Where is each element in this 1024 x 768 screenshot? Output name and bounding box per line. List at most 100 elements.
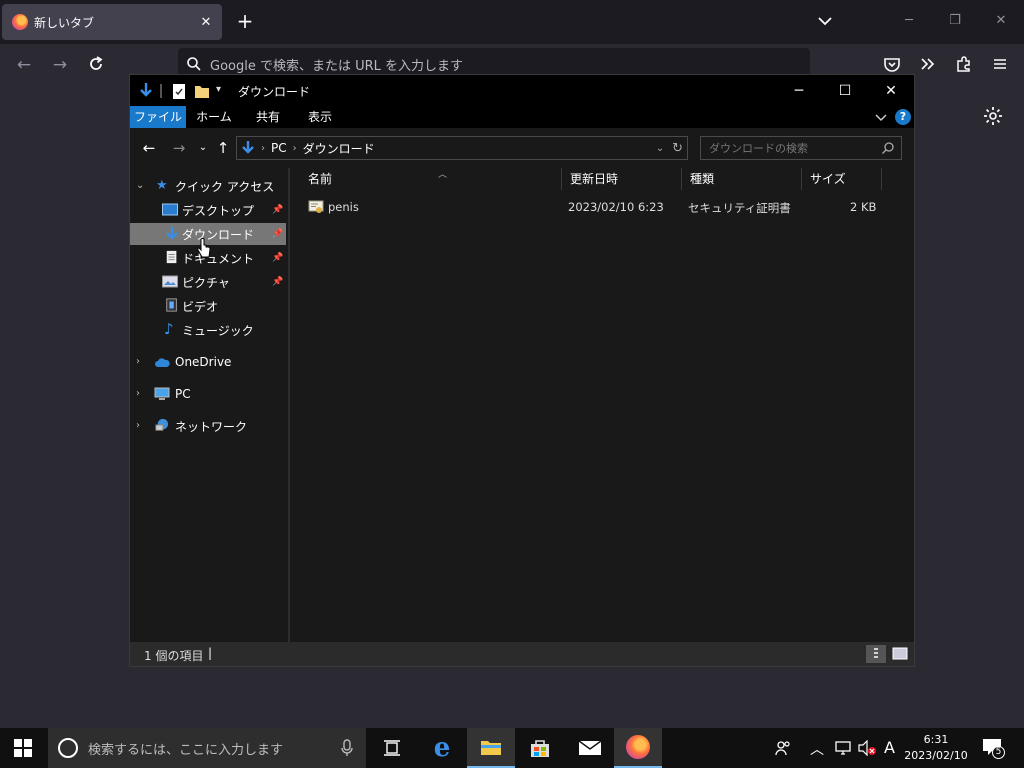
expand-chevron-icon[interactable]: › bbox=[136, 388, 146, 399]
overflow-chevron-icon[interactable] bbox=[918, 54, 938, 74]
nav-label: ミュージック bbox=[182, 323, 254, 338]
nav-item-videos[interactable]: ビデオ bbox=[130, 295, 286, 317]
settings-gear-icon[interactable] bbox=[982, 105, 1004, 127]
nav-item-desktop[interactable]: デスクトップ 📌 bbox=[130, 199, 286, 221]
microphone-icon[interactable] bbox=[340, 739, 354, 757]
nav-label: OneDrive bbox=[175, 355, 232, 369]
task-view-button[interactable] bbox=[368, 728, 416, 768]
desktop-icon bbox=[162, 203, 178, 216]
nav-pc[interactable]: › PC bbox=[130, 383, 286, 405]
back-icon[interactable]: ← bbox=[11, 52, 37, 78]
window-title: ダウンロード bbox=[238, 85, 311, 99]
download-arrow-icon bbox=[166, 227, 178, 240]
file-modified: 2023/02/10 6:23 bbox=[568, 200, 664, 214]
nav-item-music[interactable]: ♪ ミュージック bbox=[130, 319, 286, 341]
column-header-size[interactable]: サイズ bbox=[802, 168, 882, 190]
close-tab-icon[interactable]: ✕ bbox=[196, 15, 216, 30]
tab-share[interactable]: 共有 bbox=[246, 106, 290, 128]
column-header-type[interactable]: 種類 bbox=[682, 168, 802, 190]
nav-quick-access[interactable]: ⌄ ★ クイック アクセス bbox=[130, 175, 286, 197]
reload-icon[interactable] bbox=[86, 54, 106, 74]
details-view-icon[interactable] bbox=[866, 645, 886, 663]
expand-chevron-icon[interactable]: › bbox=[136, 356, 146, 367]
people-icon[interactable] bbox=[774, 739, 792, 757]
firefox-icon bbox=[626, 735, 650, 759]
system-clock[interactable]: 6:31 2023/02/10 bbox=[900, 732, 972, 764]
nav-onedrive[interactable]: › OneDrive bbox=[130, 351, 286, 373]
pin-icon: 📌 bbox=[272, 253, 284, 263]
extensions-icon[interactable] bbox=[954, 54, 974, 74]
volume-muted-icon[interactable] bbox=[858, 740, 876, 756]
file-row[interactable]: penis 2023/02/10 6:23 セキュリティ証明書 2 KB bbox=[290, 196, 890, 218]
windows-start-icon[interactable] bbox=[14, 739, 32, 757]
search-box[interactable]: ダウンロードの検索 bbox=[700, 136, 902, 160]
firefox-taskbar-button[interactable] bbox=[614, 728, 662, 768]
breadcrumb-separator-icon: › bbox=[292, 142, 297, 154]
recent-locations-icon[interactable]: ⌄ bbox=[194, 139, 212, 157]
forward-icon[interactable]: → bbox=[47, 52, 73, 78]
nav-label: ダウンロード bbox=[182, 227, 255, 242]
address-bar[interactable]: › PC › ダウンロード ⌄ ↻ bbox=[236, 136, 688, 160]
pin-icon: 📌 bbox=[272, 229, 284, 239]
store-taskbar-button[interactable] bbox=[516, 728, 564, 768]
computer-icon bbox=[154, 387, 170, 400]
help-icon[interactable]: ? bbox=[895, 109, 911, 125]
menu-icon[interactable] bbox=[990, 54, 1010, 74]
show-hidden-icons-chevron-icon[interactable]: ︿ bbox=[810, 739, 824, 768]
up-icon[interactable]: ↑ bbox=[214, 139, 232, 157]
status-separator: | bbox=[208, 646, 213, 660]
back-icon[interactable]: ← bbox=[140, 139, 158, 157]
breadcrumb-downloads[interactable]: ダウンロード bbox=[303, 140, 375, 157]
nav-label: PC bbox=[175, 387, 191, 401]
expand-ribbon-icon[interactable] bbox=[874, 110, 888, 124]
folder-icon bbox=[481, 741, 501, 755]
document-icon bbox=[166, 250, 177, 264]
downloads-location-icon bbox=[242, 141, 254, 154]
ime-mode[interactable]: A bbox=[884, 738, 895, 768]
pin-icon: 📌 bbox=[272, 205, 284, 215]
refresh-icon[interactable]: ↻ bbox=[672, 141, 683, 156]
breadcrumb-pc[interactable]: PC bbox=[271, 141, 287, 155]
edge-taskbar-button[interactable]: e bbox=[418, 728, 466, 768]
list-all-tabs-icon[interactable] bbox=[816, 12, 834, 30]
column-header-modified[interactable]: 更新日時 bbox=[562, 168, 682, 190]
forward-icon[interactable]: → bbox=[170, 139, 188, 157]
url-placeholder: Google で検索、または URL を入力します bbox=[210, 58, 464, 74]
minimize-browser-icon[interactable]: ─ bbox=[894, 10, 924, 32]
tab-home[interactable]: ホーム bbox=[192, 106, 236, 128]
network-icon bbox=[155, 418, 169, 431]
file-size: 2 KB bbox=[850, 200, 877, 214]
tab-file[interactable]: ファイル bbox=[130, 106, 186, 128]
nav-label: デスクトップ bbox=[182, 203, 255, 218]
collapse-chevron-icon[interactable]: ⌄ bbox=[136, 180, 146, 191]
search-icon bbox=[882, 142, 894, 154]
action-center-button[interactable]: 5 bbox=[982, 738, 1006, 760]
nav-label: ビデオ bbox=[182, 299, 219, 314]
sort-ascending-icon: ︿ bbox=[438, 170, 448, 180]
new-folder-icon[interactable] bbox=[194, 82, 210, 100]
explorer-taskbar-button[interactable] bbox=[467, 728, 515, 768]
pictures-icon bbox=[162, 275, 178, 288]
edge-icon: e bbox=[433, 733, 451, 763]
restore-browser-icon[interactable]: ❐ bbox=[940, 10, 970, 32]
minimize-icon[interactable]: ─ bbox=[776, 79, 822, 103]
notification-count: 5 bbox=[992, 746, 1005, 759]
maximize-icon[interactable]: ☐ bbox=[822, 79, 868, 103]
properties-icon[interactable] bbox=[172, 82, 186, 100]
expand-chevron-icon[interactable]: › bbox=[136, 420, 146, 431]
network-status-icon[interactable] bbox=[834, 740, 852, 756]
new-tab-button[interactable]: + bbox=[234, 10, 256, 32]
nav-item-pictures[interactable]: ピクチャ 📌 bbox=[130, 271, 286, 293]
mail-taskbar-button[interactable] bbox=[566, 728, 614, 768]
nav-network[interactable]: › ネットワーク bbox=[130, 415, 286, 437]
tab-view[interactable]: 表示 bbox=[298, 106, 342, 128]
column-header-name[interactable]: 名前 ︿ bbox=[300, 168, 562, 190]
customize-qa-icon[interactable]: ▾ bbox=[216, 84, 226, 102]
close-browser-icon[interactable]: ✕ bbox=[986, 10, 1016, 32]
address-dropdown-icon[interactable]: ⌄ bbox=[656, 143, 664, 154]
close-icon[interactable]: ✕ bbox=[868, 79, 914, 103]
browser-tab[interactable]: 新しいタブ ✕ bbox=[2, 4, 222, 40]
taskbar-search[interactable]: 検索するには、ここに入力します bbox=[48, 728, 366, 768]
pocket-icon[interactable] bbox=[882, 54, 902, 74]
large-icons-view-icon[interactable] bbox=[890, 645, 910, 663]
